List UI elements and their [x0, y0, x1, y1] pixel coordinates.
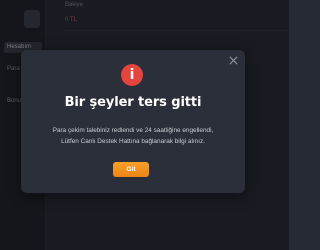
modal-message: Para çekim talebiniz redlendi ve 24 saat…	[25, 125, 241, 147]
alert-circle-icon: i	[121, 64, 143, 86]
close-icon[interactable]	[228, 55, 239, 66]
go-button[interactable]: Git	[113, 162, 149, 177]
modal-message-line1: Para çekim talebiniz redlendi ve 24 saat…	[52, 127, 214, 134]
modal-message-line2: Lütfen Canlı Destek Hattına bağlanarak b…	[61, 138, 205, 145]
modal-title: Bir şeyler ters gitti	[64, 95, 202, 110]
alert-glyph: i	[129, 67, 135, 83]
error-modal: i Bir şeyler ters gitti Para çekim taleb…	[21, 50, 245, 193]
